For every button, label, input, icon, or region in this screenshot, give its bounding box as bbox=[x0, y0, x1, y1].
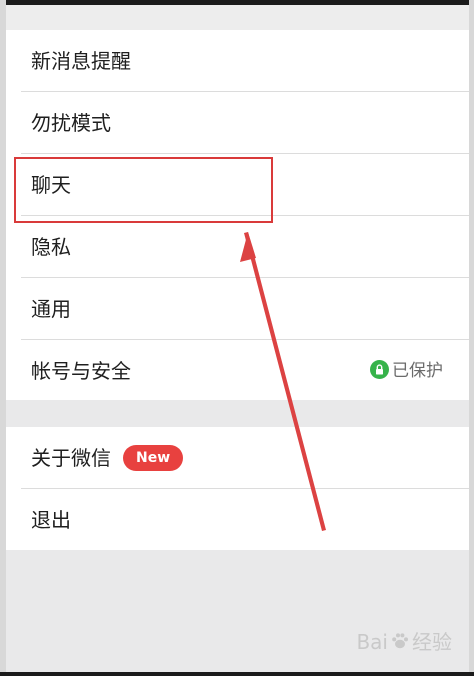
watermark-text-right: 经验 bbox=[412, 630, 452, 654]
watermark-text-left: Bai bbox=[356, 630, 388, 654]
paw-icon bbox=[390, 631, 410, 656]
annotation-arrow bbox=[240, 232, 326, 531]
watermark: Bai 经验 bbox=[356, 626, 452, 656]
